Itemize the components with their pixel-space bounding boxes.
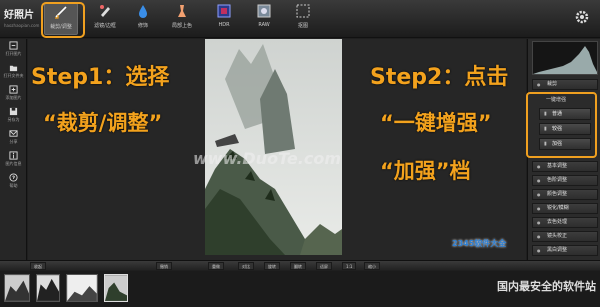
tool-cutout[interactable]: 抠图 (286, 3, 320, 35)
panel-color-adjust[interactable]: 颜色调整 (532, 189, 598, 200)
open-folder-icon (9, 65, 18, 72)
save-as-icon (9, 107, 18, 116)
share-icon (9, 130, 18, 137)
panel-lens-correct[interactable]: 镜头校正 (532, 231, 598, 242)
logo-subtext: haozhaopian.com (4, 23, 40, 28)
sidebar-item-image-info[interactable]: 图片信息 (0, 149, 27, 171)
tool-label: RAW (258, 22, 270, 28)
rotate-button[interactable]: 旋转 (264, 262, 280, 270)
sidebar-item-label: 另存为 (7, 117, 20, 122)
tool-label: 局部上色 (171, 23, 192, 29)
help-icon (9, 173, 18, 182)
cutout-icon (296, 4, 310, 18)
collapse-button[interactable]: 收起 (30, 262, 46, 270)
thumbnail[interactable] (66, 274, 98, 302)
sidebar-item-label: 分享 (9, 139, 18, 144)
logo-text: 好照片 (4, 10, 34, 21)
step2-detail: “一键增强” (380, 111, 492, 135)
photo-editor-window: 好照片 haozhaopian.com 裁剪/调整 滤镜/边框 修饰 局部上色 … (0, 0, 600, 307)
thumbnail[interactable] (4, 274, 30, 302)
tool-hdr[interactable]: HDR (207, 3, 241, 35)
image-canvas[interactable]: Step1：选择 “裁剪/调整” Step2：点击 “一键增强” “加强”档 w… (28, 39, 526, 260)
bottom-toolbar: 收起 撤销 重做 对比 旋转 翻转 适屏 1:1 缩小 (0, 260, 600, 270)
step1-title: Step1：选择 (31, 65, 170, 90)
thumbnail[interactable] (36, 274, 60, 302)
fit-screen-button[interactable]: 适屏 (316, 262, 332, 270)
zoom-out-button[interactable]: 缩小 (364, 262, 380, 270)
sidebar-item-label: 添加图片 (5, 95, 22, 100)
panel-desaturate[interactable]: 去色处理 (532, 217, 598, 228)
filmstrip: 国内最安全的软件站 (0, 271, 600, 307)
sidebar-item-open-image[interactable]: 打开图片 (0, 39, 27, 61)
open-image-icon (9, 41, 18, 50)
sidebar-item-help[interactable]: 帮助 (0, 171, 27, 193)
actual-size-button[interactable]: 1:1 (342, 262, 357, 270)
compare-button[interactable]: 对比 (238, 262, 254, 270)
raw-icon (257, 4, 271, 18)
tool-label: 修饰 (137, 23, 148, 29)
crop-tool-highlight (41, 2, 85, 38)
app-logo: 好照片 haozhaopian.com (4, 6, 40, 34)
step2-level: “加强”档 (380, 159, 471, 183)
tool-filter-frame[interactable]: 滤镜/边框 (88, 3, 122, 35)
sidebar-item-label: 打开图片 (5, 51, 22, 56)
add-image-icon (9, 85, 18, 94)
panel-basic-adjust[interactable]: 基本调整 (532, 161, 598, 172)
tool-local-color[interactable]: 局部上色 (165, 3, 199, 35)
left-sidebar: 打开图片 打开文件夹 添加图片 另存为 分享 图片信息 帮助 (0, 39, 27, 260)
enhance-highlight (526, 92, 597, 158)
flip-button[interactable]: 翻转 (290, 262, 306, 270)
panel-crop[interactable]: 裁剪 (532, 79, 598, 90)
histogram-graph (533, 46, 597, 74)
sidebar-item-save-as[interactable]: 另存为 (0, 105, 27, 127)
step1-detail: “裁剪/调整” (43, 111, 163, 135)
hdr-icon (217, 4, 231, 18)
top-toolbar: 好照片 haozhaopian.com 裁剪/调整 滤镜/边框 修饰 局部上色 … (0, 0, 600, 38)
panel-sharpen-blur[interactable]: 锐化/模糊 (532, 203, 598, 214)
histogram (532, 41, 598, 75)
tool-label: 抠图 (297, 23, 308, 29)
sidebar-item-share[interactable]: 分享 (0, 127, 27, 149)
gear-icon[interactable] (574, 9, 590, 25)
retouch-drop-icon (139, 5, 147, 18)
sidebar-item-add-image[interactable]: 添加图片 (0, 83, 27, 105)
panel-bw-adjust[interactable]: 黑白调整 (532, 245, 598, 256)
tool-label: HDR (218, 22, 230, 28)
sidebar-item-label: 图片信息 (5, 161, 22, 166)
redo-button[interactable]: 重做 (208, 262, 224, 270)
site-watermark: www.DuoTe.com (193, 149, 341, 168)
landscape-photo (205, 39, 342, 255)
sidebar-item-open-folder[interactable]: 打开文件夹 (0, 61, 27, 83)
image-info-icon (9, 151, 18, 160)
step2-title: Step2：点击 (370, 65, 509, 90)
tool-retouch[interactable]: 修饰 (126, 3, 160, 35)
tool-label: 滤镜/边框 (94, 23, 116, 29)
local-color-icon (178, 5, 186, 17)
sidebar-item-label: 帮助 (9, 183, 18, 188)
filter-frame-icon (100, 5, 110, 17)
tool-raw[interactable]: RAW (247, 3, 281, 35)
thumbnail-active[interactable] (104, 274, 128, 302)
panel-levels[interactable]: 色阶调整 (532, 175, 598, 186)
site-logo: 2345软件大全 (452, 239, 507, 248)
undo-button[interactable]: 撤销 (156, 262, 172, 270)
sidebar-item-label: 打开文件夹 (3, 73, 24, 78)
site-slogan: 国内最安全的软件站 (497, 280, 596, 293)
